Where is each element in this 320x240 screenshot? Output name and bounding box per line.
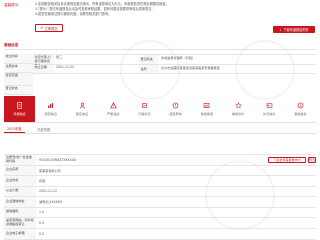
category-nav: 年报信息 经营信息 股东信息 严重违法 行政处罚 经营异常 信用承诺 信用评价 …	[4, 96, 316, 123]
nav-item-label: 许可信息	[263, 112, 276, 116]
basic-left-labels: 成立时间 注册资本 经营范围 登记状态	[4, 54, 33, 95]
detail-value: 0.0	[39, 231, 44, 236]
nav-item-pledge[interactable]: 信用承诺	[191, 96, 222, 122]
detail-label: 企业电子邮箱	[4, 229, 36, 239]
nav-item-label: 信用承诺	[200, 112, 213, 116]
watermark-seal	[205, 160, 275, 230]
people-icon	[79, 102, 85, 109]
detail-label: 是否有网站、对外投资或股权转让	[4, 218, 36, 228]
detail-label: 邮政编码	[4, 207, 36, 217]
chart-icon	[48, 103, 54, 108]
tab-current-year[interactable]: 2021年度	[4, 126, 25, 133]
nav-item-credit-rating[interactable]: 信用评价	[222, 96, 253, 122]
detail-label: 从业人数	[4, 186, 36, 196]
detail-value: 1.0	[39, 210, 44, 215]
info-icon	[297, 102, 304, 109]
download-attachment-button[interactable]: ↓ 下载年度报告附件	[273, 26, 315, 33]
notice-label: 温馨提示：	[4, 3, 22, 7]
credit-code-value: 91430100MA4TXXXXXX	[39, 157, 77, 162]
report-icon	[17, 102, 23, 109]
nav-item-serious-violation[interactable]: 严重违法	[98, 96, 129, 122]
download-attachment-label: 下载年度报告附件	[283, 28, 309, 32]
tab-history[interactable]: 历史年报	[35, 127, 54, 134]
detail-row: 注册号/统一社会信用代码 91430100MA4TXXXXXX 下载此年度报告P…	[4, 155, 316, 166]
nav-item-label: 经营信息	[44, 112, 57, 116]
nav-item-business[interactable]: 经营信息	[35, 96, 66, 122]
nav-item-abnormal[interactable]: 经营异常	[160, 96, 191, 122]
detail-label: 企业名称	[4, 165, 36, 175]
nav-item-label: 信用评价	[231, 112, 245, 116]
nav-item-label: 行政处罚	[138, 112, 151, 116]
nav-item-license[interactable]: 许可信息	[254, 96, 285, 122]
info-label: 法定代表人/执行事务合伙人	[33, 55, 54, 66]
detail-value: 91430100MA4TXXXXXX 下载此年度报告PDF 预览	[36, 155, 316, 165]
nav-item-annual-report[interactable]: 年报信息	[4, 96, 36, 122]
left-label: 注册资本	[4, 63, 33, 73]
license-icon	[266, 103, 272, 108]
submit-button-label: 立即提交	[44, 26, 58, 31]
nav-item-label: 年报信息	[13, 112, 26, 116]
notice-panel: 温馨提示： 2.定期报告相关信息请按规定格式填写，所有金额单位为万元，年度报告须…	[0, 0, 320, 35]
detail-value: 0.0	[39, 221, 44, 225]
watermark-seal	[235, 40, 295, 100]
warning-icon	[172, 102, 179, 109]
section-title-basic: 基础信息	[4, 43, 19, 47]
nav-item-label: 经营异常	[169, 112, 182, 116]
pledge-icon	[204, 103, 210, 108]
info-label: 成立日期	[33, 64, 54, 73]
left-label: 经营范围	[4, 73, 33, 86]
left-label: 登记状态	[4, 86, 33, 95]
nav-item-penalty[interactable]: 行政处罚	[129, 96, 160, 122]
left-label: 成立时间	[4, 54, 33, 64]
detail-label: 企业通信地址	[4, 197, 36, 207]
nav-item-label: 其他信息	[294, 112, 307, 116]
notice-lines: 2.定期报告相关信息请按规定格式填写，所有金额单位为万元，年度报告须在规定期限内…	[35, 2, 315, 18]
detail-row: 是否有网站、对外投资或股权转让 0.0	[4, 218, 316, 229]
preview-button[interactable]: 预览	[308, 156, 316, 163]
detail-row: 企业电子邮箱 0.0	[4, 229, 316, 240]
detail-value: 某某某有限公司	[39, 168, 61, 173]
download-icon: ↓	[279, 27, 282, 32]
detail-row: 企业名称 某某某有限公司	[4, 165, 316, 176]
detail-value: 存续	[39, 179, 46, 184]
submit-icon: ⟳	[40, 26, 44, 30]
watermark-seal	[120, 40, 180, 100]
detail-label: 注册号/统一社会信用代码	[4, 155, 36, 165]
star-icon	[234, 102, 242, 109]
nav-item-shareholders[interactable]: 股东信息	[66, 96, 97, 122]
notice-line: 4.若您在使用过程中遇到问题，请联系相关部门咨询。	[35, 12, 112, 17]
year-tabs: 2021年度 历史年报	[4, 125, 316, 134]
submit-button[interactable]: ⟳ 立即提交	[35, 24, 63, 32]
alert-icon	[109, 102, 117, 109]
nav-item-label: 严重违法	[107, 112, 120, 116]
nav-item-label: 股东信息	[75, 112, 89, 116]
nav-item-other[interactable]: 其他信息	[285, 96, 316, 122]
download-pdf-button[interactable]: 下载此年度报告PDF	[268, 156, 306, 163]
detail-label: 企业状态	[4, 176, 36, 186]
gavel-icon	[141, 103, 147, 108]
